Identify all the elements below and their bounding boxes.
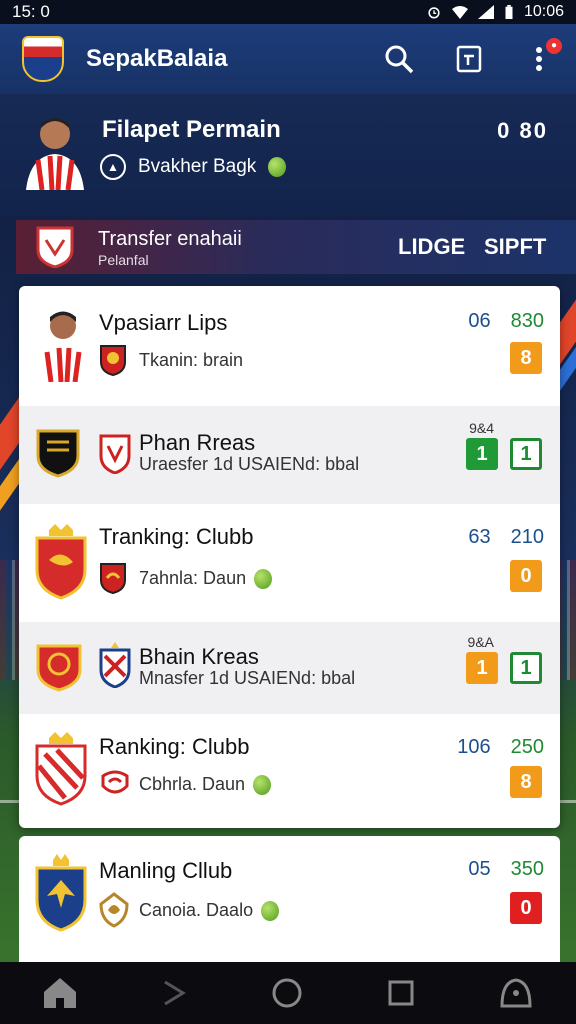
row-sub-label: Tkanin: brain	[139, 350, 244, 370]
club-crest-icon	[36, 644, 82, 692]
signal-icon	[477, 5, 494, 19]
list-item[interactable]: Manling Cllub Canoia. Daalo 05 350 0	[19, 836, 560, 962]
status-bar: 15: 0 10:06	[0, 0, 576, 24]
ball-icon	[254, 568, 273, 589]
calendar-icon[interactable]	[454, 44, 484, 74]
home-icon[interactable]	[42, 976, 78, 1010]
team-ring-icon: ▲	[100, 154, 126, 180]
banner-button-2[interactable]: SIPFT	[484, 234, 546, 260]
banner-subtitle: Pelanfal	[98, 252, 149, 268]
row-subtext: Tkanin: brain	[139, 350, 243, 371]
score-box[interactable]: 0	[510, 560, 542, 592]
row-sub-label: Mnasfer 1d USAIENd: bbal	[139, 668, 356, 688]
featured-player[interactable]: Filapet Permain ▲ Bvakher Bagk 0 80	[0, 94, 576, 216]
bottom-nav-bar	[0, 962, 576, 1024]
club-badge-icon	[100, 345, 126, 376]
club-badge-icon	[101, 770, 129, 794]
circle-home-icon[interactable]	[271, 977, 303, 1009]
alarm-icon	[428, 7, 440, 19]
status-time: 10:06	[523, 3, 564, 20]
profile-icon[interactable]	[498, 976, 534, 1010]
score-box[interactable]: 8	[510, 342, 542, 374]
back-icon[interactable]	[161, 978, 187, 1008]
ball-icon	[268, 157, 287, 177]
row-title: Ranking: Clubb	[99, 734, 250, 759]
row-num-1: 63	[468, 526, 491, 548]
club-list: Vpasiarr Lips Tkanin: brain 06 830 8 Phan…	[19, 286, 560, 828]
banner-title: Transfer enahaii	[98, 228, 242, 250]
club-badge-icon	[99, 892, 129, 928]
row-num-2: 250	[510, 736, 544, 758]
banner-button-1[interactable]: LIDGE	[398, 234, 465, 260]
more-menu-button[interactable]: ●	[524, 38, 562, 74]
app-bar: SepakBalaia ●	[0, 24, 576, 94]
row-title: Bhain Kreas	[139, 644, 259, 669]
recents-icon[interactable]	[387, 979, 415, 1007]
notification-badge: ●	[546, 38, 562, 54]
player-sub-label: Bvakher Bagk	[138, 156, 257, 177]
row-sub-label: Uraesfer 1d USAIENd: bbal	[139, 454, 360, 474]
row-sub-label: Cbhrla. Daun	[139, 774, 246, 794]
row-subtext: 7ahnla: Daun	[139, 568, 273, 589]
row-title: Manling Cllub	[99, 858, 233, 883]
row-sub-label: Canoia. Daalo	[139, 900, 254, 920]
row-title: Tranking: Clubb	[99, 524, 254, 549]
list-item[interactable]: Vpasiarr Lips Tkanin: brain 06 830 8	[19, 286, 560, 406]
score-box[interactable]: 0	[510, 892, 542, 924]
status-left: 15: 0	[12, 2, 50, 21]
row-num-2: 210	[510, 526, 544, 548]
list-item[interactable]: Tranking: Clubb 7ahnla: Daun 63 210 0	[19, 504, 560, 622]
row-sub-label: 7ahnla: Daun	[139, 568, 247, 588]
row-subtext: Mnasfer 1d USAIENd: bbal	[139, 668, 355, 689]
battery-icon	[505, 5, 513, 19]
club-badge-icon	[100, 563, 126, 594]
ball-icon	[261, 900, 280, 921]
score-box[interactable]: 1	[510, 438, 542, 470]
row-top-num: 9&4	[469, 420, 494, 436]
row-top-num: 9&A	[467, 634, 494, 650]
row-num-2: 350	[510, 858, 544, 880]
search-icon[interactable]	[384, 44, 414, 74]
row-num-1: 05	[468, 858, 491, 880]
player-avatar	[26, 118, 84, 190]
transfer-banner[interactable]: Transfer enahaii Pelanfal LIDGE SIPFT	[16, 220, 576, 274]
club-badge-icon	[99, 434, 131, 474]
list-item[interactable]: Phan Rreas Uraesfer 1d USAIENd: bbal 9&4…	[19, 406, 560, 504]
row-title: Vpasiarr Lips	[99, 310, 228, 335]
featured-score: 0 80	[497, 118, 548, 143]
club-crest-icon	[35, 854, 87, 932]
row-subtext: Cbhrla. Daun	[139, 774, 272, 795]
row-num-2: 830	[510, 310, 544, 332]
player-avatar	[37, 311, 89, 382]
player-name: Filapet Permain	[102, 116, 281, 143]
list-item[interactable]: Bhain Kreas Mnasfer 1d USAIENd: bbal 9&A…	[19, 622, 560, 714]
club-crest-icon	[36, 429, 80, 478]
row-num-1: 06	[468, 310, 491, 332]
ball-icon	[253, 774, 272, 795]
list-item[interactable]: Ranking: Clubb Cbhrla. Daun 106 250 8	[19, 714, 560, 828]
score-box[interactable]: 1	[510, 652, 542, 684]
row-subtext: Canoia. Daalo	[139, 900, 280, 921]
row-title: Phan Rreas	[139, 430, 256, 455]
club-crest-icon	[35, 732, 87, 806]
app-logo	[22, 36, 64, 82]
club-crest-icon	[36, 226, 74, 268]
row-subtext: Uraesfer 1d USAIENd: bbal	[139, 454, 359, 475]
wifi-icon	[451, 6, 468, 19]
row-num-1: 106	[457, 736, 491, 758]
club-crest-icon	[35, 524, 87, 600]
score-box[interactable]: 1	[466, 438, 498, 470]
score-box[interactable]: 8	[510, 766, 542, 798]
club-badge-icon	[99, 642, 131, 688]
app-title: SepakBalaia	[86, 45, 228, 72]
score-box[interactable]: 1	[466, 652, 498, 684]
